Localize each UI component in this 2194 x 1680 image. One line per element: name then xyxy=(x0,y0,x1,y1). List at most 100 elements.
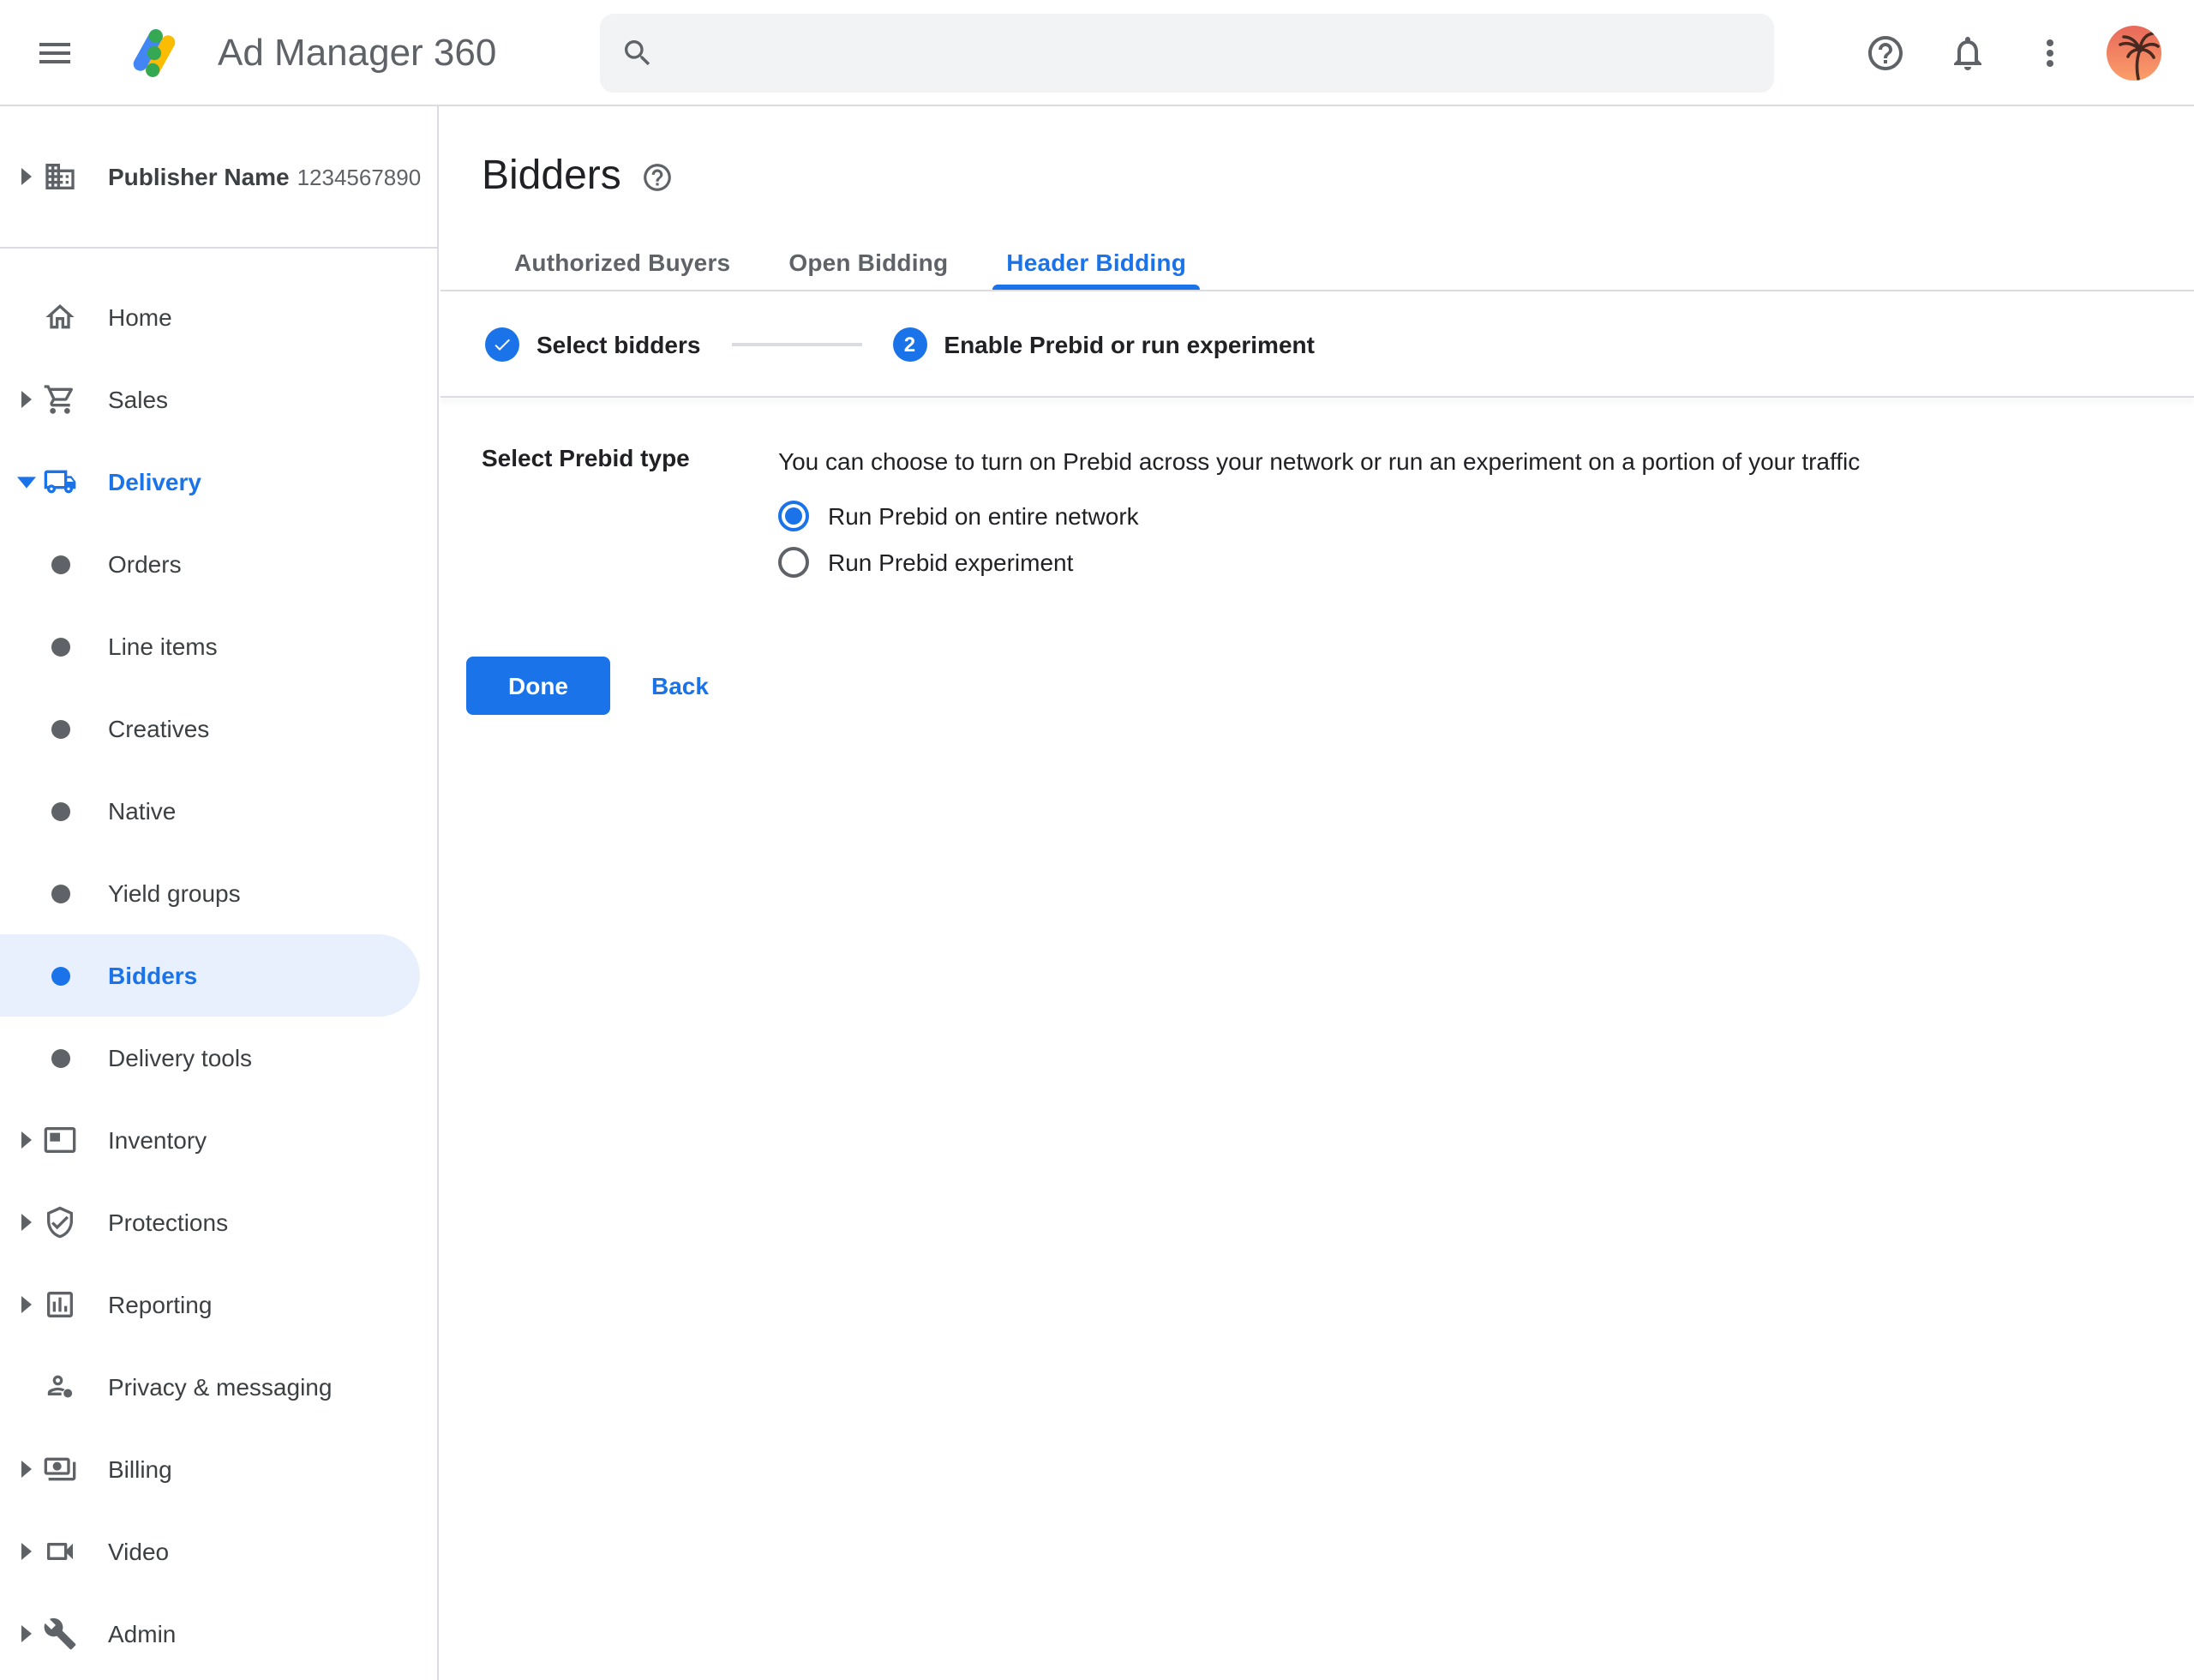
page-title: Bidders xyxy=(482,153,621,201)
home-icon xyxy=(43,300,77,334)
sidebar-nav: Home Sales Delivery xyxy=(0,249,437,1675)
tab-label: Authorized Buyers xyxy=(514,249,730,276)
chevron-right-icon xyxy=(21,391,33,408)
app-title: Ad Manager 360 xyxy=(218,0,496,105)
bullet-icon xyxy=(51,885,70,903)
bar-chart-icon xyxy=(43,1287,77,1322)
sidebar-item-creatives[interactable]: Creatives xyxy=(0,687,437,770)
chevron-right-icon xyxy=(21,168,33,185)
sidebar-item-delivery[interactable]: Delivery xyxy=(0,441,437,523)
chevron-right-icon xyxy=(21,1625,33,1642)
inventory-frame-icon xyxy=(43,1123,77,1157)
bullet-icon xyxy=(51,555,70,574)
stepper-step-select-bidders[interactable]: Select bidders xyxy=(485,327,700,361)
sidebar-item-bidders[interactable]: Bidders xyxy=(0,934,420,1017)
publisher-switcher[interactable]: Publisher Name 1234567890 xyxy=(0,106,437,247)
chevron-right-icon xyxy=(21,1296,33,1313)
sidebar-item-admin[interactable]: Admin xyxy=(0,1593,437,1675)
step-number-badge: 2 xyxy=(892,327,926,361)
form-actions: Done Back xyxy=(441,657,2194,715)
chevron-right-icon xyxy=(21,1543,33,1560)
sidebar-item-label: Delivery tools xyxy=(108,1044,252,1071)
sidebar-item-video[interactable]: Video xyxy=(0,1510,437,1593)
more-options-kebab-icon[interactable] xyxy=(2029,33,2071,74)
page-help-icon[interactable] xyxy=(642,160,674,193)
tab-header-bidding[interactable]: Header Bidding xyxy=(977,235,1215,290)
user-avatar[interactable] xyxy=(2107,26,2161,81)
chevron-right-icon xyxy=(21,1461,33,1478)
search-icon xyxy=(620,36,655,70)
done-button[interactable]: Done xyxy=(466,657,610,715)
radio-run-prebid-entire-network[interactable]: Run Prebid on entire network xyxy=(778,501,1860,531)
radio-group: Run Prebid on entire network Run Prebid … xyxy=(778,501,1860,578)
sidebar-item-reporting[interactable]: Reporting xyxy=(0,1263,437,1346)
stepper-connector xyxy=(731,342,861,345)
sidebar-item-label: Admin xyxy=(108,1620,176,1647)
help-icon[interactable] xyxy=(1865,33,1906,74)
money-icon xyxy=(43,1452,77,1486)
tab-authorized-buyers[interactable]: Authorized Buyers xyxy=(485,235,759,290)
bullet-icon xyxy=(51,967,70,986)
sidebar-item-delivery-tools[interactable]: Delivery tools xyxy=(0,1017,437,1099)
sidebar-item-label: Native xyxy=(108,797,176,825)
delivery-truck-icon xyxy=(43,465,77,499)
sidebar-item-label: Line items xyxy=(108,633,218,660)
sidebar-item-protections[interactable]: Protections xyxy=(0,1181,437,1263)
sidebar-item-privacy-messaging[interactable]: Privacy & messaging xyxy=(0,1346,437,1428)
step-label: Enable Prebid or run experiment xyxy=(944,330,1315,357)
person-badge-icon xyxy=(43,1370,77,1404)
bullet-icon xyxy=(51,638,70,657)
publisher-building-icon xyxy=(43,159,77,194)
ad-manager-logo-icon[interactable] xyxy=(123,22,185,84)
publisher-name: Publisher Name xyxy=(108,162,290,189)
notifications-bell-icon[interactable] xyxy=(1947,33,1988,74)
sidebar-item-yield-groups[interactable]: Yield groups xyxy=(0,852,437,934)
ad-manager-app: Ad Manager 360 xyxy=(0,0,2194,1680)
sidebar-item-label: Reporting xyxy=(108,1291,212,1318)
sidebar-item-label: Home xyxy=(108,303,172,331)
topbar: Ad Manager 360 xyxy=(0,0,2194,106)
search-bar[interactable] xyxy=(600,14,1774,93)
section-description: You can choose to turn on Prebid across … xyxy=(778,444,1860,478)
shopping-cart-icon xyxy=(43,382,77,417)
radio-label: Run Prebid on entire network xyxy=(828,502,1139,530)
sidebar-item-label: Inventory xyxy=(108,1126,207,1154)
chevron-right-icon xyxy=(21,1131,33,1149)
sidebar-item-billing[interactable]: Billing xyxy=(0,1428,437,1510)
step-completed-check-icon xyxy=(485,327,519,361)
sidebar-item-label: Sales xyxy=(108,386,168,413)
tab-label: Header Bidding xyxy=(1006,249,1186,276)
sidebar-item-native[interactable]: Native xyxy=(0,770,437,852)
sidebar-item-orders[interactable]: Orders xyxy=(0,523,437,605)
sidebar-item-line-items[interactable]: Line items xyxy=(0,605,437,687)
back-button[interactable]: Back xyxy=(651,672,709,699)
radio-run-prebid-experiment[interactable]: Run Prebid experiment xyxy=(778,547,1860,578)
bullet-icon xyxy=(51,720,70,739)
stepper-step-enable-prebid[interactable]: 2 Enable Prebid or run experiment xyxy=(892,327,1315,361)
sidebar-item-inventory[interactable]: Inventory xyxy=(0,1099,437,1181)
prebid-type-section: Select Prebid type You can choose to tur… xyxy=(441,398,2194,593)
sidebar-item-label: Delivery xyxy=(108,468,201,495)
sidebar-item-label: Bidders xyxy=(108,962,197,989)
search-input[interactable] xyxy=(672,14,1753,93)
menu-icon[interactable] xyxy=(34,33,75,74)
tab-label: Open Bidding xyxy=(788,249,948,276)
sidebar-item-label: Privacy & messaging xyxy=(108,1373,332,1401)
sidebar-item-label: Yield groups xyxy=(108,879,241,907)
sidebar: Publisher Name 1234567890 Home Sales xyxy=(0,106,439,1680)
radio-label: Run Prebid experiment xyxy=(828,549,1073,576)
stepper: Select bidders 2 Enable Prebid or run ex… xyxy=(441,291,2194,396)
sidebar-item-sales[interactable]: Sales xyxy=(0,358,437,441)
shield-check-icon xyxy=(43,1205,77,1239)
radio-unselected-icon xyxy=(778,547,809,578)
section-body: You can choose to turn on Prebid across … xyxy=(778,444,1860,593)
main-content: Bidders Authorized Buyers Open Bidding H… xyxy=(441,106,2194,1680)
sidebar-item-home[interactable]: Home xyxy=(0,276,437,358)
video-camera-icon xyxy=(43,1534,77,1569)
section-label: Select Prebid type xyxy=(482,444,778,593)
tab-open-bidding[interactable]: Open Bidding xyxy=(759,235,977,290)
bullet-icon xyxy=(51,802,70,821)
publisher-id: 1234567890 xyxy=(297,164,422,189)
sidebar-item-label: Protections xyxy=(108,1209,228,1236)
publisher-info: Publisher Name 1234567890 xyxy=(108,160,421,193)
